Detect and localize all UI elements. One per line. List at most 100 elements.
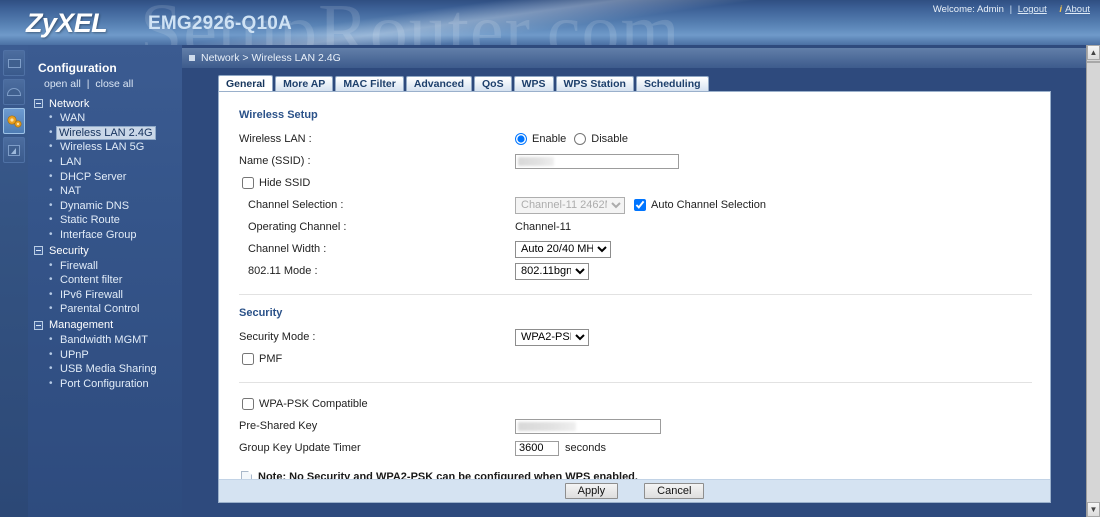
collapse-expander-icon[interactable] [34,99,43,108]
divider-2 [239,382,1032,383]
sidebar-item-dynamic-dns[interactable]: • Dynamic DNS [28,199,182,214]
sidebar-item-wan[interactable]: • WAN [28,111,182,126]
sidebar-item-interface-group[interactable]: • Interface Group [28,228,182,243]
maintenance-icon-button[interactable] [3,137,25,163]
wireless-lan-disable-radio[interactable] [574,133,587,145]
sidebar-group-label: Security [49,244,89,257]
bullet-icon: • [49,170,53,182]
bullet-icon: • [49,156,53,168]
sidebar-item-firewall[interactable]: • Firewall [28,258,182,273]
bullet-icon: • [49,141,53,153]
sidebar-item-wireless-lan-5g[interactable]: • Wireless LAN 5G [28,140,182,155]
main-content: Network > Wireless LAN 2.4G General More … [182,45,1086,517]
sidebar-item-label: USB Media Sharing [60,363,157,376]
tab-advanced[interactable]: Advanced [405,76,472,92]
wpa-psk-compatible-label[interactable]: WPA-PSK Compatible [259,398,368,410]
scrollbar-thumb[interactable] [1087,61,1100,63]
mode-row: 802.11 Mode : 802.11bgn [239,262,1032,280]
auto-channel-checkbox[interactable] [634,199,646,211]
wireless-setup-title: Wireless Setup [239,109,318,121]
configuration-gear-button[interactable] [3,108,25,134]
sidebar-tree: Network • WAN • Wireless LAN 2.4G • Wireless L… [28,96,182,391]
status-icon-button[interactable] [3,50,25,76]
tab-scheduling[interactable]: Scheduling [635,76,709,92]
wireless-lan-row: Wireless LAN : Enable Disable [239,130,1032,148]
channel-selection-field: Channel-11 2462MHz Auto Channel Selectio… [515,196,766,214]
sidebar-item-upnp[interactable]: • UPnP [28,347,182,362]
model-name: EMG2926-Q10A [148,13,292,34]
sidebar-item-label: Dynamic DNS [60,199,130,212]
zyxel-logo: ZyXEL [26,8,108,38]
settings-panel: Wireless Setup Wireless LAN : Enable Dis… [218,91,1051,503]
wireless-lan-enable-radio[interactable] [515,133,527,145]
mode-select[interactable]: 802.11bgn [515,262,589,280]
sidebar-item-lan[interactable]: • LAN [28,155,182,170]
sidebar-item-bandwidth-mgmt[interactable]: • Bandwidth MGMT [28,333,182,348]
tab-wps[interactable]: WPS [513,76,554,92]
monitor-icon-button[interactable] [3,79,25,105]
group-key-timer-field: seconds [515,440,606,456]
cancel-button[interactable]: Cancel [644,483,705,499]
sidebar-item-label: Static Route [60,214,120,227]
wireless-lan-label: Wireless LAN : [239,133,312,145]
group-key-timer-row: Group Key Update Timer seconds [239,439,1032,457]
apply-button[interactable]: Apply [564,483,619,499]
sidebar-item-label: Parental Control [60,303,140,316]
sidebar-item-label: Interface Group [60,229,137,242]
sidebar-group-header[interactable]: Management [28,318,182,333]
sidebar-item-dhcp-server[interactable]: • DHCP Server [28,169,182,184]
open-all-link[interactable]: open all [44,78,81,90]
sidebar-group-management: Management • Bandwidth MGMT • UPnP • USB Media… [28,318,182,391]
sidebar-item-label: DHCP Server [60,170,127,183]
channel-width-label: Channel Width : [248,243,327,255]
sidebar-item-static-route[interactable]: • Static Route [28,213,182,228]
pmf-label[interactable]: PMF [259,353,282,365]
welcome-bar: Welcome: Admin | Logout i About [933,4,1090,15]
operating-channel-label: Operating Channel : [248,221,347,233]
scroll-up-arrow-icon[interactable]: ▲ [1087,45,1100,60]
sidebar-item-usb-media-sharing[interactable]: • USB Media Sharing [28,362,182,377]
group-key-timer-input[interactable] [515,440,559,456]
scroll-down-arrow-icon[interactable]: ▼ [1087,502,1100,517]
sidebar-group-header[interactable]: Network [28,96,182,111]
channel-width-select[interactable]: Auto 20/40 MHz [515,240,611,258]
button-bar: Apply Cancel [219,479,1050,502]
wpa-psk-compatible-checkbox[interactable] [242,398,254,410]
ssid-redaction [518,156,554,166]
auto-channel-label[interactable]: Auto Channel Selection [651,199,766,211]
pre-shared-key-row: Pre-Shared Key [239,417,1032,435]
channel-selection-row: Channel Selection : Channel-11 2462MHz A… [239,196,1032,214]
sidebar-item-parental-control[interactable]: • Parental Control [28,302,182,317]
sidebar-item-port-configuration[interactable]: • Port Configuration [28,377,182,392]
tab-qos[interactable]: QoS [474,76,512,92]
hide-ssid-label[interactable]: Hide SSID [259,177,310,189]
tab-mac-filter[interactable]: MAC Filter [335,76,404,92]
bullet-icon: • [49,288,53,300]
welcome-separator: | [1009,4,1013,15]
divider-1 [239,294,1032,295]
sidebar-item-label: Wireless LAN 5G [60,141,145,154]
page-scrollbar[interactable]: ▲ ▼ [1086,45,1100,517]
ssid-row: Name (SSID) : [239,152,1032,170]
wireless-lan-disable-label[interactable]: Disable [591,133,628,145]
sidebar-item-content-filter[interactable]: • Content filter [28,273,182,288]
collapse-expander-icon[interactable] [34,246,43,256]
tab-wps-station[interactable]: WPS Station [555,76,634,92]
pmf-checkbox[interactable] [242,353,254,365]
bullet-icon: • [49,126,53,138]
collapse-expander-icon[interactable] [34,320,43,330]
sidebar-item-wireless-lan-2-4g[interactable]: • Wireless LAN 2.4G [28,125,182,141]
tab-more-ap[interactable]: More AP [275,76,334,92]
hide-ssid-checkbox[interactable] [242,177,254,189]
logout-link[interactable]: Logout [1018,4,1047,15]
tab-general[interactable]: General [218,75,274,92]
sidebar-group-header[interactable]: Security [28,243,182,258]
sidebar-item-label: Port Configuration [60,377,149,390]
sidebar-item-ipv6-firewall[interactable]: • IPv6 Firewall [28,288,182,303]
close-all-link[interactable]: close all [95,78,133,90]
channel-selection-select[interactable]: Channel-11 2462MHz [515,196,625,214]
wireless-lan-enable-label[interactable]: Enable [532,133,566,145]
about-link[interactable]: About [1065,4,1090,15]
security-mode-select[interactable]: WPA2-PSK [515,328,589,346]
sidebar-item-nat[interactable]: • NAT [28,184,182,199]
